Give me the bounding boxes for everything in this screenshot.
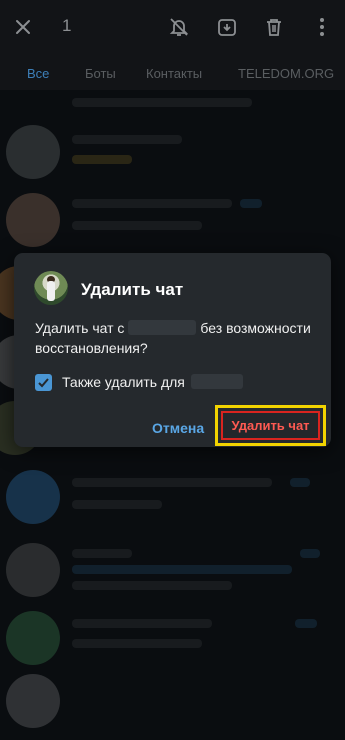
list-item[interactable] (0, 670, 345, 740)
avatar (6, 193, 60, 247)
avatar (6, 470, 60, 524)
more-vertical-icon[interactable] (309, 14, 335, 40)
avatar (6, 674, 60, 728)
also-delete-checkbox[interactable] (35, 373, 52, 391)
avatar (34, 271, 68, 305)
selection-toolbar: 1 (0, 0, 345, 56)
list-item[interactable] (0, 185, 345, 255)
trash-icon[interactable] (261, 14, 287, 40)
dialog-title: Удалить чат (81, 280, 184, 299)
checkbox-label: Также удалить для (62, 374, 243, 390)
delete-chat-label: Удалить чат (231, 418, 310, 433)
redacted-name (190, 374, 243, 389)
avatar (6, 611, 60, 665)
dialog-message-prefix: Удалить чат с (35, 320, 125, 336)
also-delete-checkbox-row[interactable]: Также удалить для (35, 372, 243, 392)
cancel-button[interactable]: Отмена (152, 420, 204, 436)
list-item[interactable] (0, 605, 345, 675)
dialog-message: Удалить чат с без возможности восстановле… (35, 318, 320, 358)
avatar (6, 125, 60, 179)
mute-bell-icon[interactable] (166, 14, 192, 40)
checkmark-icon (38, 377, 49, 387)
list-item[interactable] (0, 115, 345, 185)
tab-contacts[interactable]: Контакты (146, 66, 202, 81)
avatar (6, 543, 60, 597)
tab-all[interactable]: Все (27, 66, 49, 81)
close-icon[interactable] (10, 14, 36, 40)
tab-teledom[interactable]: TELEDOM.ORG (238, 66, 334, 81)
highlight-frame: Удалить чат (215, 405, 326, 446)
redacted-name (128, 320, 197, 335)
tab-bots[interactable]: Боты (85, 66, 116, 81)
selected-count: 1 (62, 16, 72, 35)
delete-chat-button[interactable]: Удалить чат (221, 411, 320, 440)
list-item[interactable] (0, 462, 345, 532)
archive-icon[interactable] (214, 14, 240, 40)
delete-chat-dialog: Удалить чат Удалить чат с без возможности… (14, 253, 331, 447)
folder-tabs: Все Боты Контакты TELEDOM.ORG (0, 56, 345, 90)
list-item[interactable] (0, 535, 345, 605)
